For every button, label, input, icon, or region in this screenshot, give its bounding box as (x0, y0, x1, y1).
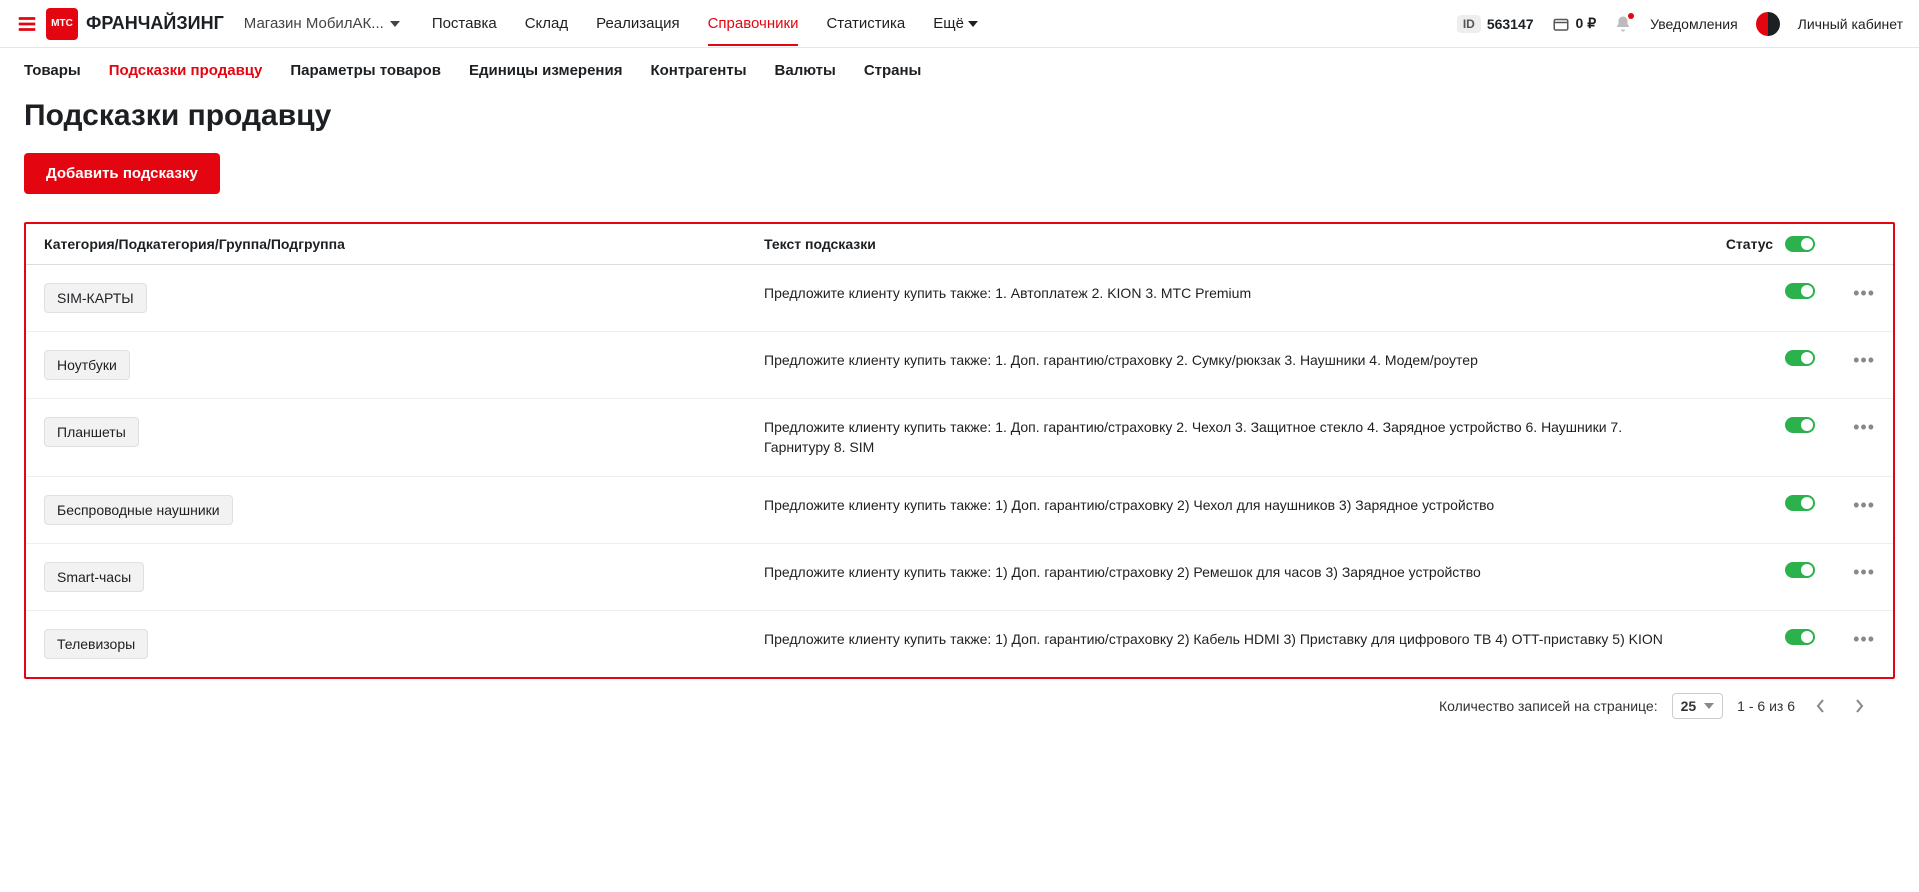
row-status-toggle[interactable] (1785, 562, 1815, 578)
hint-text: Предложите клиенту купить также: 1) Доп.… (764, 562, 1705, 582)
hint-text: Предложите клиенту купить также: 1) Доп.… (764, 495, 1705, 515)
store-selector[interactable]: Магазин МобилАК... (244, 15, 400, 32)
row-status-toggle[interactable] (1785, 495, 1815, 511)
hint-text: Предложите клиенту купить также: 1) Доп.… (764, 629, 1705, 649)
chevron-right-icon (1854, 699, 1864, 713)
prev-page-button[interactable] (1809, 694, 1833, 718)
subnav-params[interactable]: Параметры товаров (290, 62, 441, 79)
row-actions-menu[interactable]: ••• (1853, 417, 1875, 437)
subnav-countries[interactable]: Страны (864, 62, 922, 79)
header-status: Статус (1705, 236, 1815, 252)
category-tag: Smart-часы (44, 562, 144, 592)
pagination: Количество записей на странице: 25 1 - 6… (24, 679, 1895, 733)
notifications-link[interactable]: Уведомления (1650, 16, 1738, 32)
hint-text: Предложите клиенту купить также: 1. Авто… (764, 283, 1705, 303)
next-page-button[interactable] (1847, 694, 1871, 718)
mts-logo: МТС (46, 8, 78, 40)
per-page-value: 25 (1681, 698, 1697, 714)
hamburger-icon[interactable] (16, 13, 38, 35)
subnav-goods[interactable]: Товары (24, 62, 81, 79)
balance[interactable]: 0 ₽ (1552, 15, 1597, 33)
nav-item-statistics[interactable]: Статистика (826, 3, 905, 44)
category-tag: Телевизоры (44, 629, 148, 659)
header-category: Категория/Подкатегория/Группа/Подгруппа (44, 236, 764, 252)
row-status-toggle[interactable] (1785, 417, 1815, 433)
avatar[interactable] (1756, 12, 1780, 36)
category-tag: Ноутбуки (44, 350, 130, 380)
subnav-counterparties[interactable]: Контрагенты (650, 62, 746, 79)
notification-dot-icon (1628, 13, 1634, 19)
id-value: 563147 (1487, 16, 1534, 32)
row-status-toggle[interactable] (1785, 283, 1815, 299)
caret-down-icon (390, 19, 400, 29)
header-text: Текст подсказки (764, 236, 1705, 252)
category-tag: Планшеты (44, 417, 139, 447)
table-row: Smart-часы Предложите клиенту купить так… (26, 544, 1893, 611)
table-row: Беспроводные наушники Предложите клиенту… (26, 477, 1893, 544)
row-actions-menu[interactable]: ••• (1853, 350, 1875, 370)
table-row: SIM-КАРТЫ Предложите клиенту купить такж… (26, 265, 1893, 332)
header-status-label: Статус (1726, 236, 1773, 252)
nav-item-warehouse[interactable]: Склад (525, 3, 568, 44)
pagination-range: 1 - 6 из 6 (1737, 698, 1795, 714)
hints-table: Категория/Подкатегория/Группа/Подгруппа … (24, 222, 1895, 679)
caret-down-icon (968, 19, 978, 29)
hint-text: Предложите клиенту купить также: 1. Доп.… (764, 417, 1705, 458)
id-chip: ID (1457, 15, 1481, 33)
balance-value: 0 ₽ (1576, 15, 1597, 32)
hint-text: Предложите клиенту купить также: 1. Доп.… (764, 350, 1705, 370)
row-status-toggle[interactable] (1785, 350, 1815, 366)
row-actions-menu[interactable]: ••• (1853, 562, 1875, 582)
nav-item-more[interactable]: Ещё (933, 3, 978, 44)
nav-item-directories[interactable]: Справочники (708, 3, 799, 44)
page-title: Подсказки продавцу (24, 99, 1895, 133)
row-status-toggle[interactable] (1785, 629, 1815, 645)
per-page-label: Количество записей на странице: (1439, 698, 1658, 714)
chevron-left-icon (1816, 699, 1826, 713)
subnav-currencies[interactable]: Валюты (775, 62, 836, 79)
nav-item-supply[interactable]: Поставка (432, 3, 497, 44)
notifications-icon[interactable] (1614, 15, 1632, 33)
row-actions-menu[interactable]: ••• (1853, 629, 1875, 649)
table-row: Планшеты Предложите клиенту купить также… (26, 399, 1893, 477)
nav-more-label: Ещё (933, 15, 964, 32)
main-header: МТС ФРАНЧАЙЗИНГ Магазин МобилАК... Поста… (0, 0, 1919, 48)
store-name: Магазин МобилАК... (244, 15, 384, 32)
table-header: Категория/Подкатегория/Группа/Подгруппа … (26, 224, 1893, 265)
per-page-select[interactable]: 25 (1672, 693, 1724, 719)
row-actions-menu[interactable]: ••• (1853, 495, 1875, 515)
subnav-units[interactable]: Единицы измерения (469, 62, 623, 79)
status-master-toggle[interactable] (1785, 236, 1815, 252)
wallet-icon (1552, 15, 1570, 33)
add-hint-button[interactable]: Добавить подсказку (24, 153, 220, 194)
main-nav: Поставка Склад Реализация Справочники Ст… (432, 3, 1449, 44)
table-row: Ноутбуки Предложите клиенту купить также… (26, 332, 1893, 399)
sub-nav: Товары Подсказки продавцу Параметры това… (0, 48, 1919, 89)
header-right: ID 563147 0 ₽ Уведомления Личный кабинет (1457, 12, 1903, 36)
table-row: Телевизоры Предложите клиенту купить так… (26, 611, 1893, 677)
caret-down-icon (1704, 701, 1714, 711)
category-tag: SIM-КАРТЫ (44, 283, 147, 313)
cabinet-link[interactable]: Личный кабинет (1798, 16, 1903, 32)
category-tag: Беспроводные наушники (44, 495, 233, 525)
nav-item-sales[interactable]: Реализация (596, 3, 679, 44)
subnav-hints[interactable]: Подсказки продавцу (109, 62, 263, 79)
row-actions-menu[interactable]: ••• (1853, 283, 1875, 303)
user-id-badge[interactable]: ID 563147 (1457, 15, 1534, 33)
brand-name: ФРАНЧАЙЗИНГ (86, 13, 224, 34)
